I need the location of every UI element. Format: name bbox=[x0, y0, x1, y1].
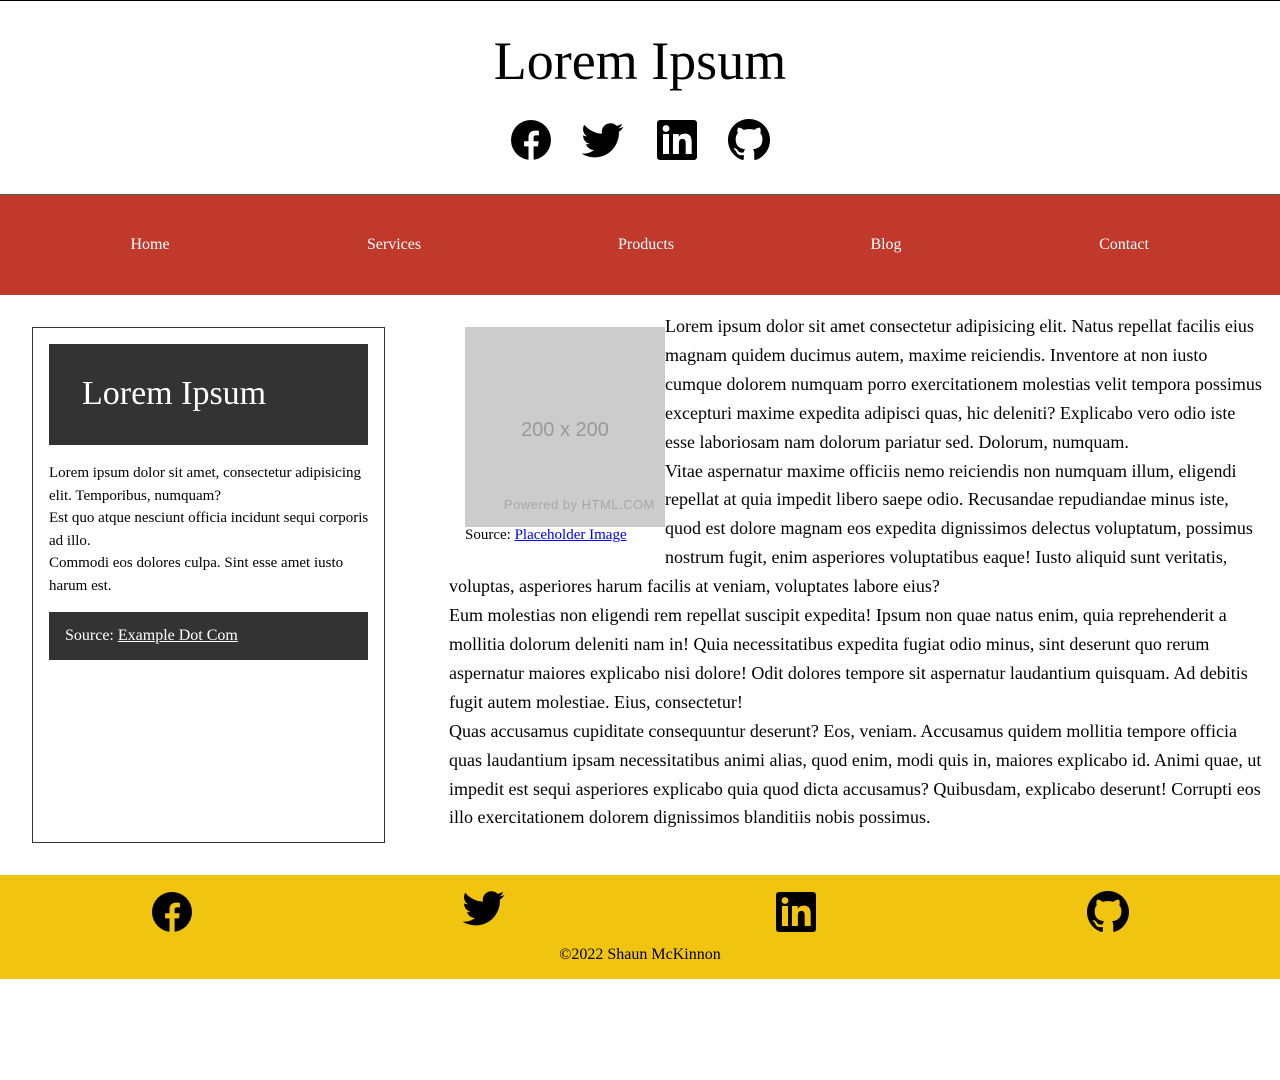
placeholder-dimensions: 200 x 200 bbox=[521, 419, 609, 441]
sidebar-title: Lorem Ipsum bbox=[82, 375, 267, 412]
github-icon bbox=[1087, 891, 1129, 932]
article-paragraph: Eum molestias non eligendi rem repellat … bbox=[449, 605, 1248, 712]
twitter-link[interactable] bbox=[582, 119, 624, 161]
site-title: Lorem Ipsum bbox=[493, 31, 787, 91]
footer-twitter-link[interactable] bbox=[463, 887, 505, 929]
nav-item-home[interactable]: Home bbox=[130, 235, 169, 255]
twitter-icon bbox=[463, 891, 505, 926]
footer-linkedin-link[interactable] bbox=[775, 891, 817, 933]
sidebar-text: Lorem ipsum dolor sit amet, consectetur … bbox=[49, 462, 374, 597]
footer-facebook-link[interactable] bbox=[151, 891, 193, 933]
main-nav: Home Services Products Blog Contact bbox=[0, 194, 1280, 295]
github-icon bbox=[728, 119, 770, 160]
facebook-icon bbox=[152, 892, 192, 932]
main-content: 200 x 200 Powered by HTML.COM Source: Pl… bbox=[449, 312, 1264, 832]
site-header: Lorem Ipsum bbox=[0, 1, 1280, 194]
linkedin-link[interactable] bbox=[656, 119, 698, 161]
nav-item-products[interactable]: Products bbox=[618, 235, 674, 255]
image-figure: 200 x 200 Powered by HTML.COM Source: Pl… bbox=[449, 312, 665, 544]
placeholder-image: 200 x 200 Powered by HTML.COM bbox=[465, 327, 665, 527]
sidebar-paragraph: Lorem ipsum dolor sit amet, consectetur … bbox=[49, 465, 362, 504]
sidebar-source-link[interactable]: Example Dot Com bbox=[118, 627, 238, 644]
linkedin-icon bbox=[657, 120, 697, 160]
copyright: ©2022 Shaun McKinnon bbox=[559, 946, 721, 963]
nav-item-services[interactable]: Services bbox=[367, 235, 421, 255]
sidebar-source: Source: Example Dot Com bbox=[49, 612, 368, 660]
article-paragraph: Quas accusamus cupiditate consequuntur d… bbox=[449, 720, 1262, 828]
github-link[interactable] bbox=[728, 119, 770, 161]
image-caption: Source: Placeholder Image bbox=[465, 526, 627, 544]
footer-github-link[interactable] bbox=[1087, 891, 1129, 933]
sidebar: Lorem Ipsum Lorem ipsum dolor sit amet, … bbox=[32, 327, 385, 843]
image-caption-prefix: Source: bbox=[465, 527, 515, 543]
twitter-icon bbox=[582, 123, 624, 158]
header-social-links bbox=[510, 119, 770, 161]
facebook-icon bbox=[511, 120, 551, 160]
sidebar-source-prefix: Source: bbox=[65, 627, 118, 644]
placeholder-powered-by: Powered by HTML.COM bbox=[503, 497, 655, 513]
sidebar-paragraph: Commodi eos dolores culpa. Sint esse ame… bbox=[49, 555, 344, 594]
sidebar-paragraph: Est quo atque nesciunt officia incidunt … bbox=[49, 510, 369, 549]
sidebar-banner: Lorem Ipsum bbox=[49, 344, 368, 445]
facebook-link[interactable] bbox=[510, 119, 552, 161]
site-footer: ©2022 Shaun McKinnon bbox=[0, 875, 1280, 979]
nav-item-contact[interactable]: Contact bbox=[1099, 235, 1149, 255]
nav-item-blog[interactable]: Blog bbox=[870, 235, 901, 255]
image-source-link[interactable]: Placeholder Image bbox=[515, 527, 627, 543]
linkedin-icon bbox=[776, 892, 816, 932]
